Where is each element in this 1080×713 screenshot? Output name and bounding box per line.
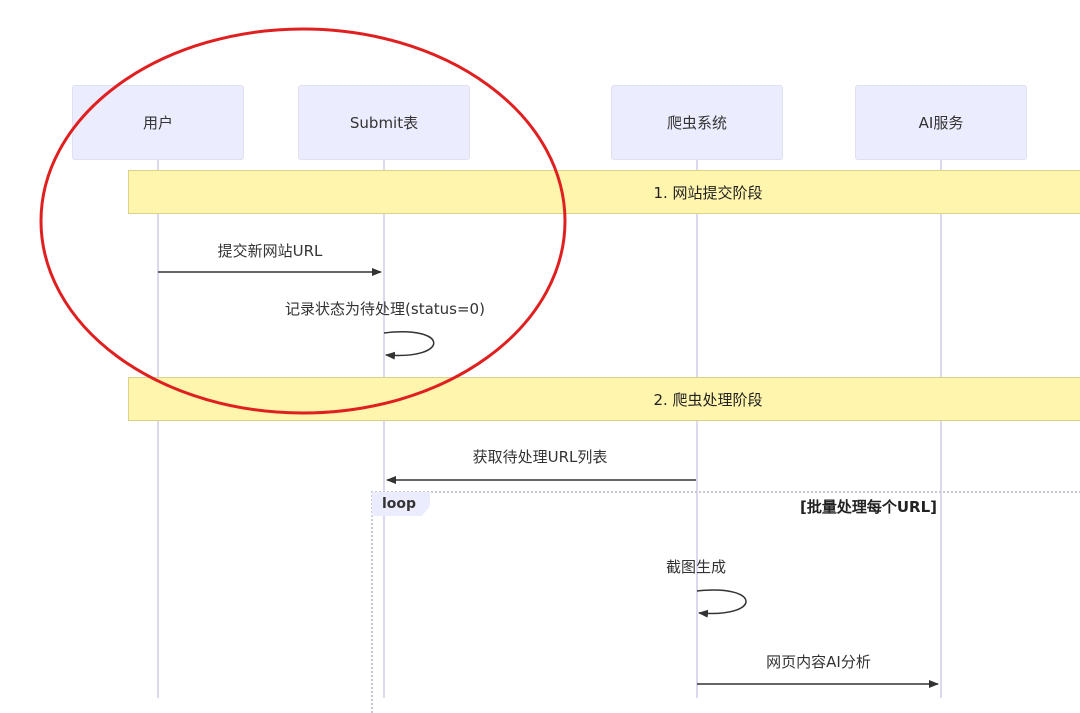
highlight-circle — [39, 27, 567, 415]
arrow-self-record-status — [383, 331, 435, 360]
diagram-overlay — [39, 27, 939, 688]
arrow-self-screenshot — [696, 589, 747, 618]
